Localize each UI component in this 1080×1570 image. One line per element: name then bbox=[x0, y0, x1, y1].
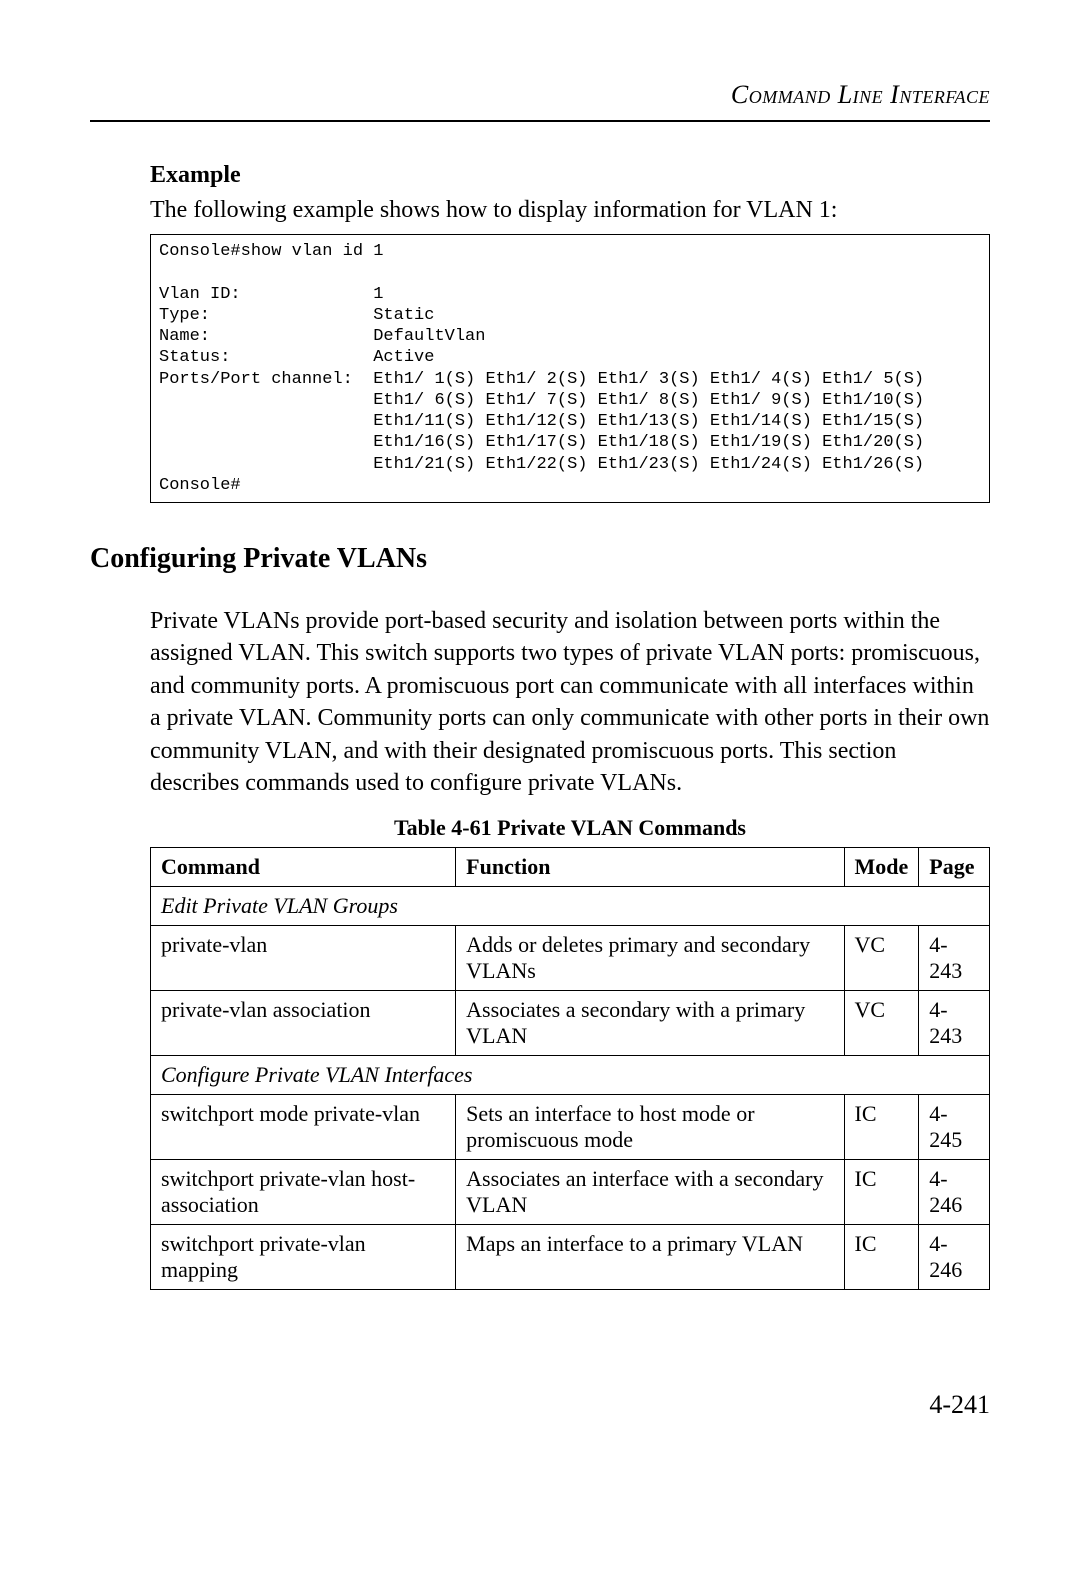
cell: 4-246 bbox=[919, 1160, 990, 1225]
cell: IC bbox=[844, 1160, 919, 1225]
cell: 4-246 bbox=[919, 1225, 990, 1290]
cell: Associates a secondary with a primary VL… bbox=[456, 991, 844, 1056]
table-header-row: Command Function Mode Page bbox=[151, 848, 990, 887]
cell: 4-245 bbox=[919, 1095, 990, 1160]
table-row: switchport private-vlan host-association… bbox=[151, 1160, 990, 1225]
cell: IC bbox=[844, 1095, 919, 1160]
example-heading: Example bbox=[150, 162, 990, 189]
cell: VC bbox=[844, 991, 919, 1056]
table-row: switchport private-vlan mapping Maps an … bbox=[151, 1225, 990, 1290]
table-title: Table 4-61 Private VLAN Commands bbox=[150, 815, 990, 841]
header-rule bbox=[90, 120, 990, 122]
col-function: Function bbox=[456, 848, 844, 887]
cell: private-vlan bbox=[151, 926, 456, 991]
page-number: 4-241 bbox=[90, 1390, 990, 1420]
cell: switchport private-vlan mapping bbox=[151, 1225, 456, 1290]
cell: switchport mode private-vlan bbox=[151, 1095, 456, 1160]
table-row: switchport mode private-vlan Sets an int… bbox=[151, 1095, 990, 1160]
running-head: Command Line Interface bbox=[90, 80, 990, 110]
cell: 4-243 bbox=[919, 926, 990, 991]
cell: Adds or deletes primary and secondary VL… bbox=[456, 926, 844, 991]
col-page: Page bbox=[919, 848, 990, 887]
cell: IC bbox=[844, 1225, 919, 1290]
table-group-row: Configure Private VLAN Interfaces bbox=[151, 1056, 990, 1095]
group-label: Edit Private VLAN Groups bbox=[151, 887, 990, 926]
table-group-row: Edit Private VLAN Groups bbox=[151, 887, 990, 926]
commands-table: Command Function Mode Page Edit Private … bbox=[150, 847, 990, 1290]
cell: 4-243 bbox=[919, 991, 990, 1056]
cell: Associates an interface with a secondary… bbox=[456, 1160, 844, 1225]
table-row: private-vlan association Associates a se… bbox=[151, 991, 990, 1056]
cell: Sets an interface to host mode or promis… bbox=[456, 1095, 844, 1160]
table-row: private-vlan Adds or deletes primary and… bbox=[151, 926, 990, 991]
cell: VC bbox=[844, 926, 919, 991]
col-mode: Mode bbox=[844, 848, 919, 887]
section-body: Private VLANs provide port-based securit… bbox=[150, 605, 990, 799]
cell: switchport private-vlan host-association bbox=[151, 1160, 456, 1225]
example-lead: The following example shows how to displ… bbox=[150, 197, 990, 224]
group-label: Configure Private VLAN Interfaces bbox=[151, 1056, 990, 1095]
cell: private-vlan association bbox=[151, 991, 456, 1056]
col-command: Command bbox=[151, 848, 456, 887]
cell: Maps an interface to a primary VLAN bbox=[456, 1225, 844, 1290]
example-code: Console#show vlan id 1 Vlan ID: 1 Type: … bbox=[150, 234, 990, 503]
section-title: Configuring Private VLANs bbox=[90, 543, 990, 575]
